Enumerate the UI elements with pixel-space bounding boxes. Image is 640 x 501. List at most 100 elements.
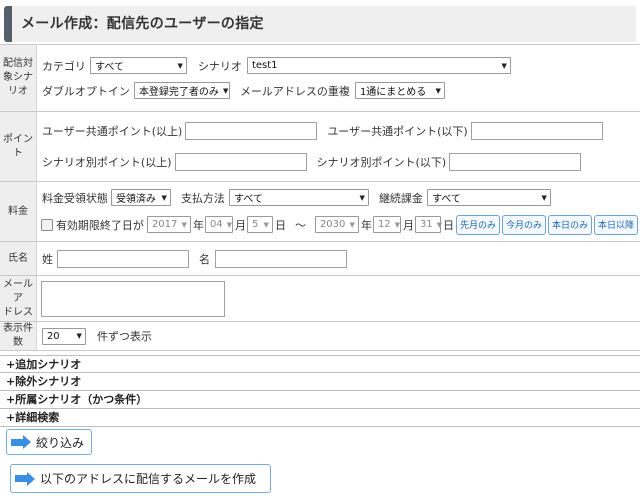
email-row-label: メールア ドレス xyxy=(0,275,37,322)
today-button[interactable]: 本日のみ xyxy=(547,214,592,235)
day-unit: 日 xyxy=(442,218,454,232)
display-count-suffix: 件ずつ表示 xyxy=(96,330,152,343)
filter-form: 配信対象シナリオ カテゴリ すべて ▼ シナリオ test1 ▼ ダブルオプトイン … xyxy=(0,44,640,351)
chevron-down-icon: ▼ xyxy=(349,220,355,229)
filter-button-label: 絞り込み xyxy=(36,435,85,450)
chevron-down-icon: ▼ xyxy=(394,220,401,229)
display-count-label-text: 表示件数 xyxy=(2,323,33,348)
expiry-to-day-select[interactable]: 31 ▼ xyxy=(414,216,443,233)
category-select[interactable]: すべて ▼ xyxy=(89,57,187,74)
month-unit: 月 xyxy=(402,218,414,232)
last-month-button[interactable]: 先月のみ xyxy=(455,214,500,235)
page-title: メール作成：配信先のユーザーの指定 xyxy=(21,16,264,32)
year-unit: 年 xyxy=(360,218,372,232)
scenario-point-max-input[interactable] xyxy=(449,153,582,171)
expiry-to-year-value: 2030 xyxy=(319,219,346,230)
recurring-select[interactable]: すべて ▼ xyxy=(426,189,551,206)
email-textarea[interactable] xyxy=(40,280,225,317)
duplicate-select[interactable]: 1通にまとめる ▼ xyxy=(354,82,445,99)
points-row: ユーザー共通ポイント(以上) ユーザー共通ポイント(以下) シナリオ別ポイント(… xyxy=(36,111,640,182)
scenario-point-min-label: シナリオ別ポイント(以上) xyxy=(41,156,172,169)
expiry-from-year-value: 2017 xyxy=(151,219,178,230)
recurring-select-value: すべて xyxy=(431,194,461,205)
display-count-row-label: 表示件数 xyxy=(0,321,37,351)
range-separator: 〜 xyxy=(294,218,306,232)
common-point-max-label: ユーザー共通ポイント(以下) xyxy=(327,125,468,138)
recurring-label: 継続課金 xyxy=(378,191,423,205)
chevron-down-icon: ▼ xyxy=(263,220,269,229)
expiry-checkbox[interactable] xyxy=(40,218,53,231)
scenario-label-text: 配信対象シナリオ xyxy=(2,58,33,97)
create-mail-button[interactable]: 以下のアドレスに配信するメールを作成 xyxy=(10,464,271,493)
chevron-down-icon: ▼ xyxy=(222,86,229,95)
chevron-down-icon: ▼ xyxy=(177,61,183,70)
chevron-down-icon: ▼ xyxy=(359,193,365,202)
fee-row: 料金受領状態 受領済み ▼ 支払方法 すべて ▼ 継続課金 すべて ▼ 有効期限終了日… xyxy=(36,181,640,242)
expiry-from-month-select[interactable]: 04 ▼ xyxy=(204,216,233,233)
fee-label-text: 料金 xyxy=(7,205,28,217)
double-optin-select[interactable]: 本登録完了者のみ ▼ xyxy=(133,82,230,99)
last-name-input[interactable] xyxy=(56,249,189,268)
category-label: カテゴリ xyxy=(41,59,86,73)
first-name-input[interactable] xyxy=(214,249,347,268)
payment-method-select[interactable]: すべて ▼ xyxy=(228,189,369,206)
display-count-select[interactable]: 20 ▼ xyxy=(41,327,86,345)
display-count-row: 20 ▼ 件ずつ表示 xyxy=(36,321,640,351)
arrow-right-icon xyxy=(15,471,35,486)
expiry-to-year-select[interactable]: 2030 ▼ xyxy=(314,216,359,233)
chevron-down-icon: ▼ xyxy=(541,193,547,202)
arrow-right-icon xyxy=(11,435,31,449)
additional-scenario-toggle[interactable]: +追加シナリオ xyxy=(0,355,640,373)
chevron-down-icon: ▼ xyxy=(181,220,187,229)
expiry-to-day-value: 31 xyxy=(419,219,433,230)
common-point-min-label: ユーザー共通ポイント(以上) xyxy=(41,125,183,138)
after-today-button[interactable]: 本日以降 xyxy=(593,214,638,235)
name-row: 姓 名 xyxy=(36,241,640,276)
chevron-down-icon: ▼ xyxy=(161,193,167,202)
expiry-from-month-value: 04 xyxy=(209,219,223,230)
scenario-select-value: test1 xyxy=(251,60,278,71)
common-point-max-input[interactable] xyxy=(470,122,603,140)
expiry-label: 有効期限終了日が xyxy=(55,218,144,232)
scenario-select[interactable]: test1 ▼ xyxy=(246,57,511,74)
excluded-scenario-toggle[interactable]: +除外シナリオ xyxy=(0,373,640,391)
expiry-from-day-select[interactable]: 5 ▼ xyxy=(246,216,273,233)
chevron-down-icon: ▼ xyxy=(226,220,233,229)
chevron-down-icon: ▼ xyxy=(501,61,507,70)
display-count-value: 20 xyxy=(46,330,60,342)
duplicate-label: メールアドレスの重複 xyxy=(239,84,350,98)
belonging-scenario-toggle[interactable]: +所属シナリオ（かつ条件） xyxy=(0,391,640,409)
duplicate-select-value: 1通にまとめる xyxy=(359,87,427,98)
name-label-text: 氏名 xyxy=(7,252,28,264)
expiry-from-year-select[interactable]: 2017 ▼ xyxy=(146,216,191,233)
filter-button[interactable]: 絞り込み xyxy=(6,429,92,455)
common-point-min-input[interactable] xyxy=(185,122,318,140)
last-name-label: 姓 xyxy=(41,252,53,266)
chevron-down-icon: ▼ xyxy=(436,220,443,229)
first-name-label: 名 xyxy=(198,252,210,266)
scenario-point-max-label: シナリオ別ポイント(以下) xyxy=(316,156,447,169)
email-label-line2: ドレス xyxy=(2,306,33,318)
email-row xyxy=(36,275,640,322)
scenario-row-label: 配信対象シナリオ xyxy=(0,44,37,112)
expiry-to-month-select[interactable]: 12 ▼ xyxy=(372,216,401,233)
this-month-button[interactable]: 今月のみ xyxy=(501,214,546,235)
collapsible-sections: +追加シナリオ +除外シナリオ +所属シナリオ（かつ条件） +詳細検索 xyxy=(0,355,640,427)
payment-method-label: 支払方法 xyxy=(180,191,225,205)
category-select-value: すべて xyxy=(94,62,124,73)
fee-status-label: 料金受領状態 xyxy=(41,191,108,205)
points-label-text: ポイント xyxy=(2,133,33,159)
detail-search-toggle[interactable]: +詳細検索 xyxy=(0,409,640,427)
email-label-line1: メールア xyxy=(2,278,33,304)
expiry-from-day-value: 5 xyxy=(251,219,259,230)
fee-status-select[interactable]: 受領済み ▼ xyxy=(110,189,171,206)
chevron-down-icon: ▼ xyxy=(435,86,441,95)
year-unit: 年 xyxy=(192,218,204,232)
chevron-down-icon: ▼ xyxy=(76,332,82,340)
expiry-to-month-value: 12 xyxy=(377,219,391,230)
fee-row-label: 料金 xyxy=(0,181,37,242)
scenario-row: カテゴリ すべて ▼ シナリオ test1 ▼ ダブルオプトイン 本登録完了者のみ ▼… xyxy=(36,44,640,112)
double-optin-label: ダブルオプトイン xyxy=(41,84,130,98)
scenario-label: シナリオ xyxy=(197,59,242,73)
scenario-point-min-input[interactable] xyxy=(174,153,307,171)
